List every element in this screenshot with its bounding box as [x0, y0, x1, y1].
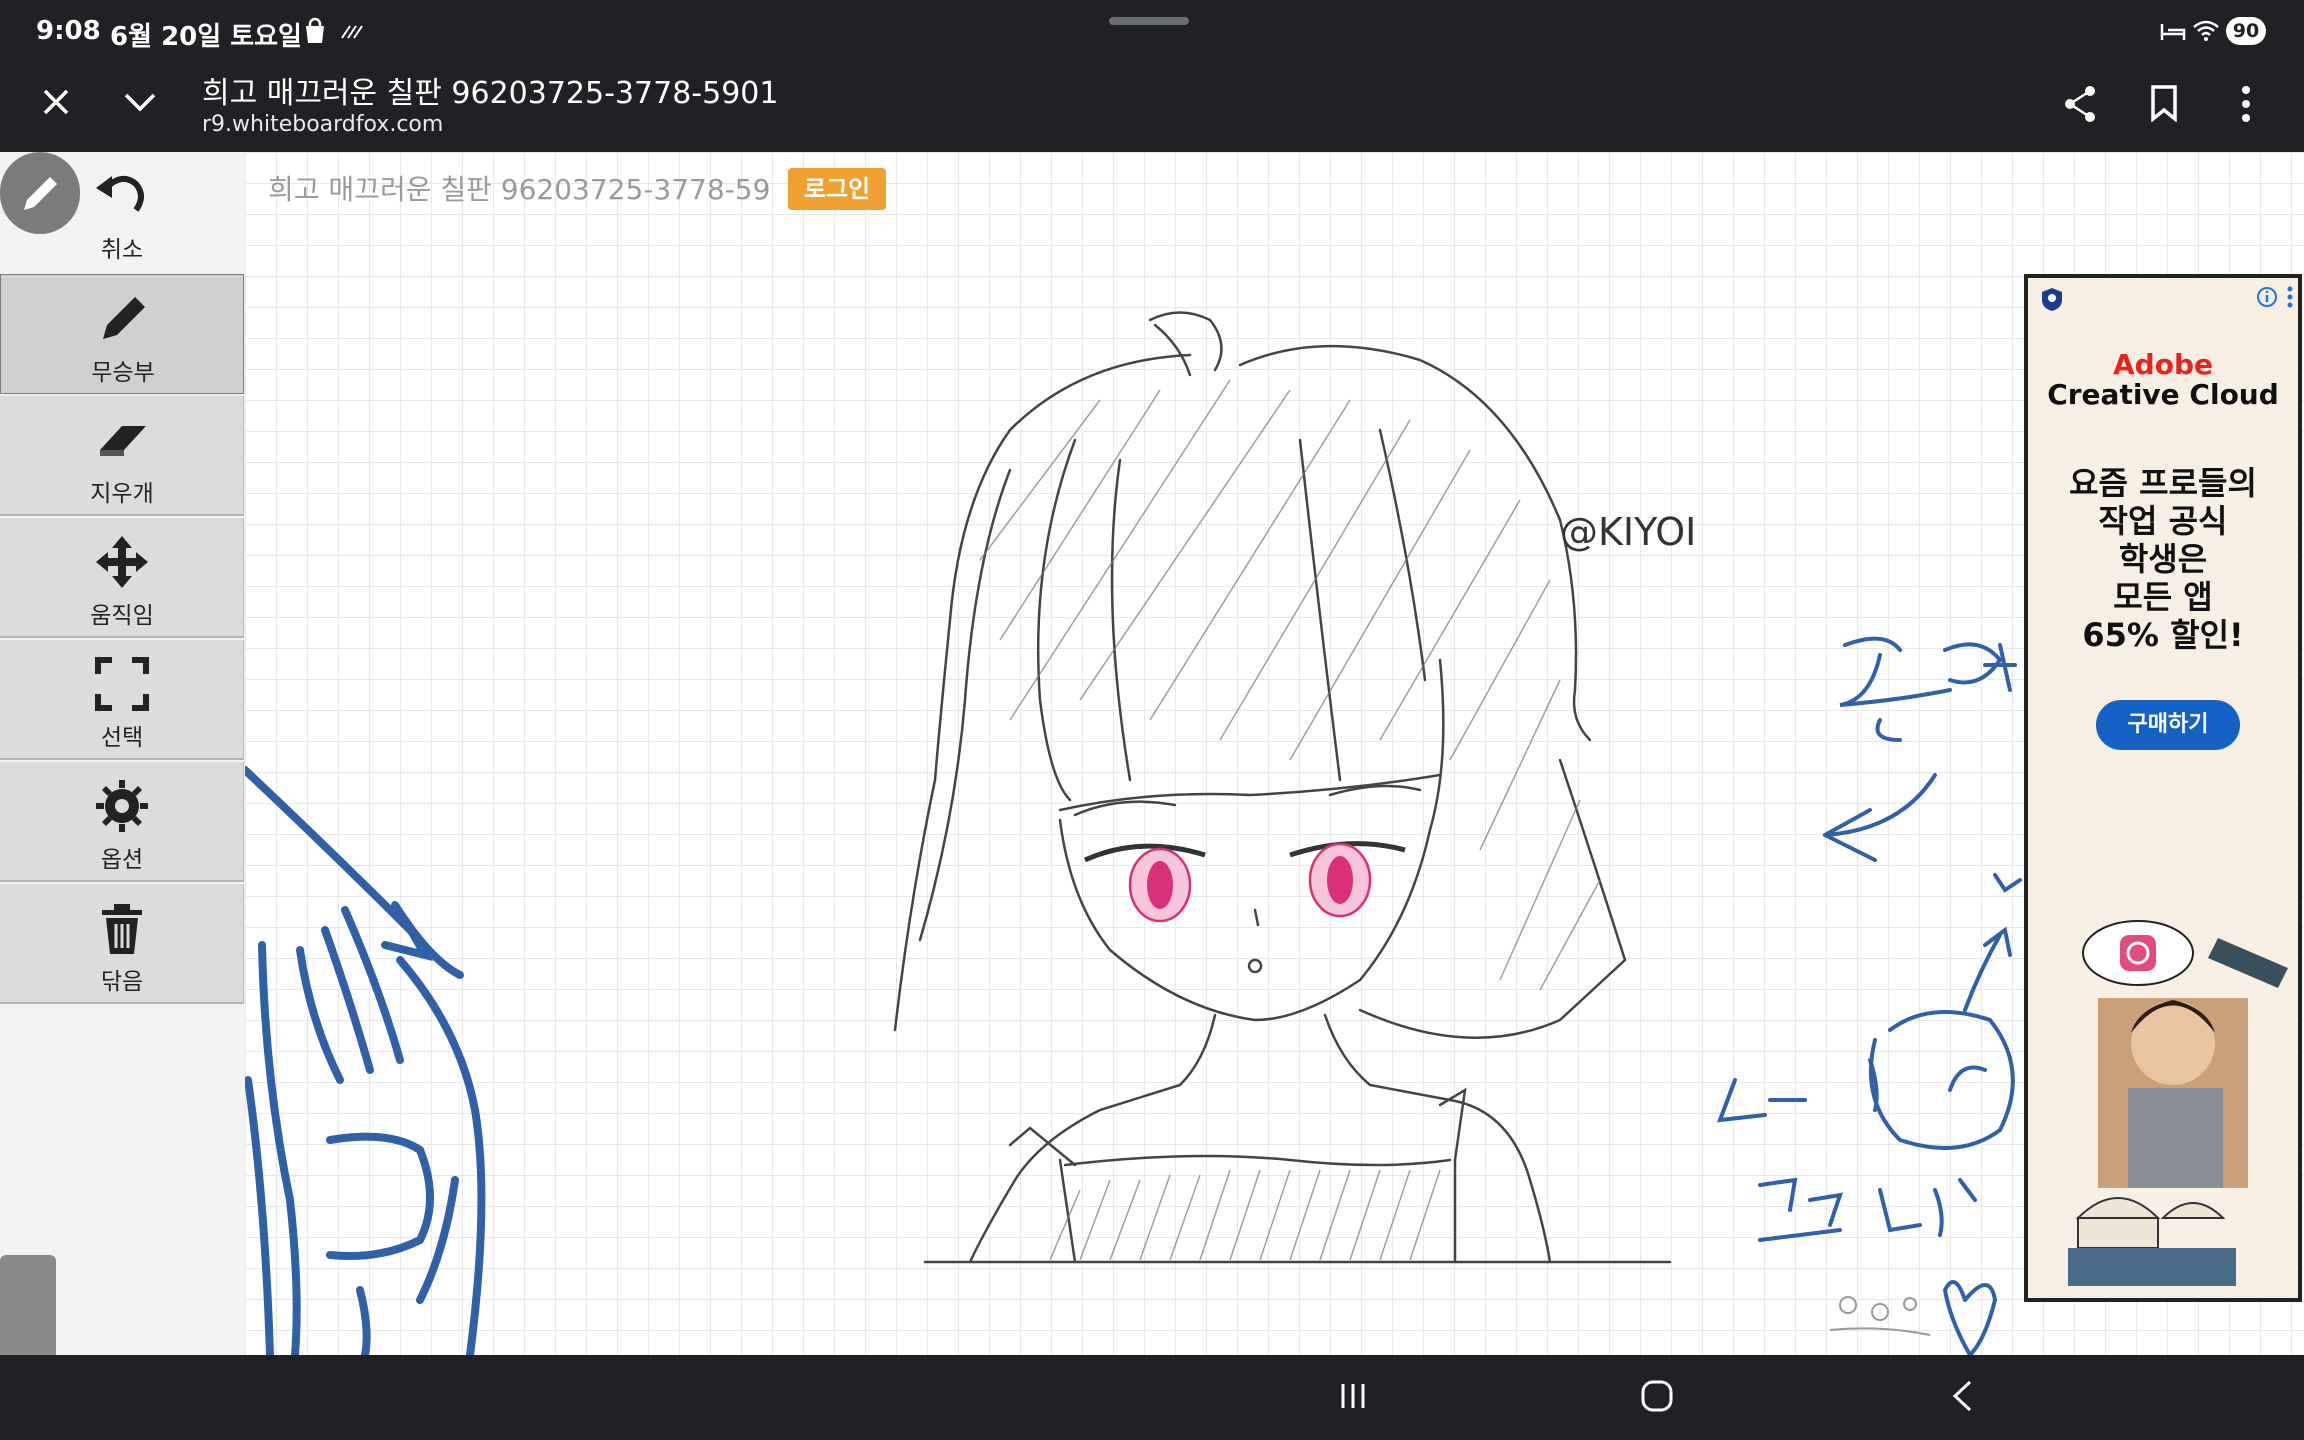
status-bar: 9:08 6월 20일 토요일 90	[0, 0, 2304, 62]
girl-sketch	[893, 311, 1672, 1264]
clear-button[interactable]: 닦음	[0, 884, 244, 1004]
hair-hatching	[979, 379, 1601, 1261]
drawing-layer[interactable]: @KIYOI	[245, 152, 2304, 1355]
ad-brand-line1: Adobe	[2113, 348, 2213, 381]
bookmark-icon[interactable]	[2150, 84, 2178, 122]
share-icon[interactable]	[2062, 84, 2098, 124]
trash-icon	[102, 904, 142, 954]
ad-info-icon[interactable]	[2256, 286, 2278, 308]
back-icon[interactable]	[1950, 1379, 1974, 1413]
system-nav-bar	[0, 1355, 2304, 1440]
undo-icon	[96, 175, 144, 212]
ad-copy-line2: 작업 공식	[2098, 502, 2228, 540]
eyes	[1083, 841, 1406, 923]
sleep-mode-icon	[2160, 24, 2186, 40]
pen-tool-button[interactable]: 무승부	[0, 274, 244, 394]
eraser-tool-button[interactable]: 지우개	[0, 396, 244, 516]
more-vert-icon[interactable]	[2240, 84, 2252, 124]
move-label: 움직임	[90, 603, 154, 629]
ad-banner[interactable]: Adobe Creative Cloud 요즘 프로들의 작업 공식 학생은 모…	[2024, 274, 2302, 1302]
shopping-bag-icon	[306, 17, 324, 43]
ad-shield-icon	[2042, 288, 2062, 311]
ad-menu-icon[interactable]	[2286, 286, 2294, 308]
status-time: 9:08	[36, 16, 101, 46]
ad-illustration	[2068, 920, 2288, 1286]
move-tool-button[interactable]: 움직임	[0, 518, 244, 638]
board-name: 희고 매끄러운 칠판 96203725-3778-59	[268, 173, 771, 206]
faint-doodle	[1829, 1296, 1931, 1336]
select-tool-button[interactable]: 선택	[0, 640, 244, 760]
ad-copy-line5: 65% 할인!	[2082, 616, 2244, 654]
move-icon	[96, 536, 148, 588]
floating-pencil-button[interactable]	[0, 152, 80, 234]
status-date: 6월 20일 토요일	[110, 22, 302, 52]
home-icon[interactable]	[1640, 1379, 1674, 1413]
select-label: 선택	[100, 725, 144, 751]
slash-pattern-icon	[341, 25, 363, 39]
close-icon[interactable]	[40, 86, 72, 118]
ad-copy: 요즘 프로들의 작업 공식 학생은 모든 앱 65% 할인!	[2038, 464, 2288, 654]
tool-sidebar: 취소 무승부 지우개 움직임 선택 옵션 닦음	[0, 152, 245, 1355]
signature: @KIYOI	[1560, 510, 1696, 554]
blue-handwriting-right	[1716, 636, 2022, 1355]
pen-icon	[103, 297, 145, 339]
page-host: r9.whiteboardfox.com	[202, 112, 444, 137]
ad-copy-line4: 모든 앱	[2113, 578, 2213, 616]
page-title: 희고 매끄러운 칠판 96203725-3778-5901	[202, 76, 779, 111]
select-icon	[95, 657, 149, 711]
ad-cta-button[interactable]: 구매하기	[2096, 700, 2240, 750]
pen-label: 무승부	[91, 360, 155, 386]
multiwindow-handle[interactable]	[1109, 17, 1189, 25]
battery-level: 90	[2226, 17, 2266, 45]
eraser-label: 지우개	[90, 481, 154, 507]
recent-apps-icon[interactable]	[1338, 1381, 1368, 1411]
login-button[interactable]: 로그인	[788, 168, 886, 210]
options-label: 옵션	[100, 847, 144, 873]
undo-label: 취소	[100, 237, 144, 263]
gear-icon	[96, 780, 148, 832]
ad-copy-line1: 요즘 프로들의	[2069, 464, 2257, 502]
browser-toolbar: 희고 매끄러운 칠판 96203725-3778-5901 r9.whitebo…	[0, 62, 2304, 152]
ad-brand-line2: Creative Cloud	[2047, 378, 2279, 411]
whiteboard-canvas[interactable]: @KIYOI	[245, 152, 2304, 1355]
pencil-icon	[24, 177, 57, 210]
chevron-down-icon[interactable]	[122, 88, 158, 116]
options-button[interactable]: 옵션	[0, 762, 244, 882]
blue-doodle-left	[245, 766, 486, 1355]
clear-label: 닦음	[100, 969, 144, 995]
eraser-icon	[100, 426, 146, 456]
wifi-icon	[2193, 20, 2219, 41]
ad-copy-line3: 학생은	[2118, 540, 2208, 578]
